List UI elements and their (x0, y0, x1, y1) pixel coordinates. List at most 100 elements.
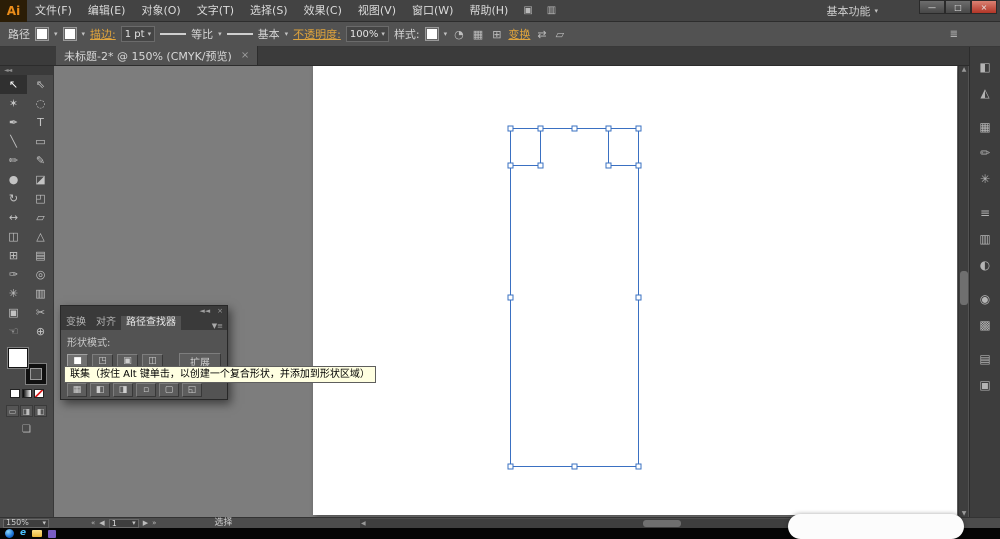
blob-brush-tool[interactable]: ● (0, 170, 27, 189)
tab-pathfinder[interactable]: 路径查找器 (121, 316, 181, 330)
artboards-panel-icon[interactable]: ▣ (974, 375, 996, 394)
tab-align[interactable]: 对齐 (91, 316, 121, 330)
bridge-icon[interactable]: ▣ (516, 5, 539, 16)
profile-label[interactable]: 等比 (191, 26, 213, 42)
zoom-level-select[interactable]: 150% ▾ (3, 518, 49, 528)
draw-normal-icon[interactable]: ▭ (6, 405, 19, 417)
line-segment-tool[interactable]: ╲ (0, 132, 27, 151)
slice-tool[interactable]: ✂ (27, 303, 54, 322)
outline-button[interactable]: ▢ (159, 383, 179, 397)
divide-button[interactable]: ▦ (67, 383, 87, 397)
artboard-number-field[interactable]: 1 ▾ (108, 518, 139, 528)
rectangle-tool[interactable]: ▭ (27, 132, 54, 151)
width-tool[interactable]: ↔ (0, 208, 27, 227)
brush-caret-icon[interactable]: ▾ (285, 30, 289, 38)
transform-link[interactable]: 变换 (508, 26, 530, 42)
scale-tool[interactable]: ◰ (27, 189, 54, 208)
transparency-panel-icon[interactable]: ◐ (974, 255, 996, 274)
gradient-panel-icon[interactable]: ▥ (974, 229, 996, 248)
screen-mode-icon[interactable]: ❏ (19, 424, 35, 435)
panel-collapse-icon[interactable]: ◄◄ (199, 307, 210, 315)
app-taskbar-icon[interactable] (48, 529, 57, 538)
horizontal-scroll-thumb[interactable] (643, 520, 681, 527)
canvas-area[interactable] (54, 66, 958, 517)
document-setup-icon[interactable]: ⊞ (490, 28, 503, 41)
tab-close-icon[interactable]: × (241, 50, 249, 61)
fill-color-swatch[interactable] (7, 348, 28, 368)
last-artboard-icon[interactable]: » (152, 519, 156, 527)
eraser-tool[interactable]: ◪ (27, 170, 54, 189)
menu-type[interactable]: 文字(T) (189, 0, 242, 22)
gradient-fill-icon[interactable] (21, 389, 32, 398)
brush-label[interactable]: 基本 (258, 26, 280, 42)
swatches-panel-icon[interactable]: ▦ (974, 117, 996, 136)
recolor-artwork-icon[interactable]: ◔ (452, 28, 466, 41)
stroke-link[interactable]: 描边: (90, 26, 116, 42)
blend-tool[interactable]: ◎ (27, 265, 54, 284)
explorer-taskbar-icon[interactable] (32, 530, 43, 537)
start-button[interactable] (5, 529, 14, 538)
magic-wand-tool[interactable]: ✶ (0, 94, 27, 113)
symbol-sprayer-tool[interactable]: ✳ (0, 284, 27, 303)
gradient-tool[interactable]: ▤ (27, 246, 54, 265)
draw-behind-icon[interactable]: ◨ (20, 405, 33, 417)
eyedropper-tool[interactable]: ✑ (0, 265, 27, 284)
panel-menu-icon[interactable]: ▼≡ (212, 322, 227, 330)
vertical-scroll-thumb[interactable] (960, 271, 968, 305)
stroke-caret-icon[interactable]: ▾ (82, 30, 86, 38)
scroll-down-icon[interactable]: ▼ (959, 510, 969, 517)
fill-swatch[interactable] (35, 27, 49, 41)
pencil-tool[interactable]: ✎ (27, 151, 54, 170)
opacity-link[interactable]: 不透明度: (293, 26, 341, 42)
rotate-tool[interactable]: ↻ (0, 189, 27, 208)
workspace-switcher[interactable]: 基本功能 ▾ (826, 0, 878, 22)
fill-caret-icon[interactable]: ▾ (54, 30, 58, 38)
crop-button[interactable]: ▫ (136, 383, 156, 397)
draw-inside-icon[interactable]: ◧ (34, 405, 47, 417)
menu-object[interactable]: 对象(O) (133, 0, 188, 22)
minus-back-button[interactable]: ◱ (182, 383, 202, 397)
panel-close-icon[interactable]: × (217, 307, 223, 315)
menu-help[interactable]: 帮助(H) (461, 0, 516, 22)
free-transform-tool[interactable]: ▱ (27, 208, 54, 227)
pen-tool[interactable]: ✒ (0, 113, 27, 132)
menu-select[interactable]: 选择(S) (242, 0, 296, 22)
menu-view[interactable]: 视图(V) (350, 0, 404, 22)
arrange-documents-icon[interactable]: ▥ (540, 5, 563, 16)
previous-artboard-icon[interactable]: ◀ (99, 519, 104, 527)
mesh-tool[interactable]: ⊞ (0, 246, 27, 265)
trim-button[interactable]: ◧ (90, 383, 110, 397)
minimize-button[interactable]: — (919, 0, 945, 14)
stroke-weight-field[interactable]: 1 pt ▾ (120, 26, 156, 42)
menu-file[interactable]: 文件(F) (27, 0, 80, 22)
symbols-panel-icon[interactable]: ✳ (974, 169, 996, 188)
brushes-panel-icon[interactable]: ✏ (974, 143, 996, 162)
artboard[interactable] (313, 66, 957, 515)
perspective-grid-tool[interactable]: △ (27, 227, 54, 246)
merge-button[interactable]: ◨ (113, 383, 133, 397)
shape-builder-tool[interactable]: ◫ (0, 227, 27, 246)
scroll-up-icon[interactable]: ▲ (959, 66, 969, 73)
document-tab[interactable]: 未标题-2* @ 150% (CMYK/预览) × (56, 46, 259, 65)
lasso-tool[interactable]: ◌ (27, 94, 54, 113)
control-panel-menu-icon[interactable]: ≣ (950, 29, 958, 40)
stroke-panel-icon[interactable]: ≡ (974, 203, 996, 222)
first-artboard-icon[interactable]: « (91, 519, 95, 527)
menu-effect[interactable]: 效果(C) (296, 0, 350, 22)
ie-taskbar-icon[interactable]: e (20, 529, 26, 538)
direct-selection-tool[interactable]: ⇖ (27, 75, 54, 94)
hand-tool[interactable]: ☜ (0, 322, 27, 341)
opacity-field[interactable]: 100% ▾ (345, 26, 389, 42)
restore-button[interactable]: □ (945, 0, 971, 14)
color-fill-icon[interactable] (9, 389, 20, 398)
isolate-icon[interactable]: ▱ (554, 28, 566, 41)
scroll-left-icon[interactable]: ◀ (361, 520, 366, 527)
appearance-panel-icon[interactable]: ◉ (974, 289, 996, 308)
color-panel-icon[interactable]: ◧ (974, 57, 996, 76)
style-caret-icon[interactable]: ▾ (444, 30, 448, 38)
tab-transform[interactable]: 变换 (61, 316, 91, 330)
profile-caret-icon[interactable]: ▾ (218, 30, 222, 38)
zoom-tool[interactable]: ⊕ (27, 322, 54, 341)
stroke-color-swatch[interactable] (25, 364, 46, 384)
column-graph-tool[interactable]: ▥ (27, 284, 54, 303)
